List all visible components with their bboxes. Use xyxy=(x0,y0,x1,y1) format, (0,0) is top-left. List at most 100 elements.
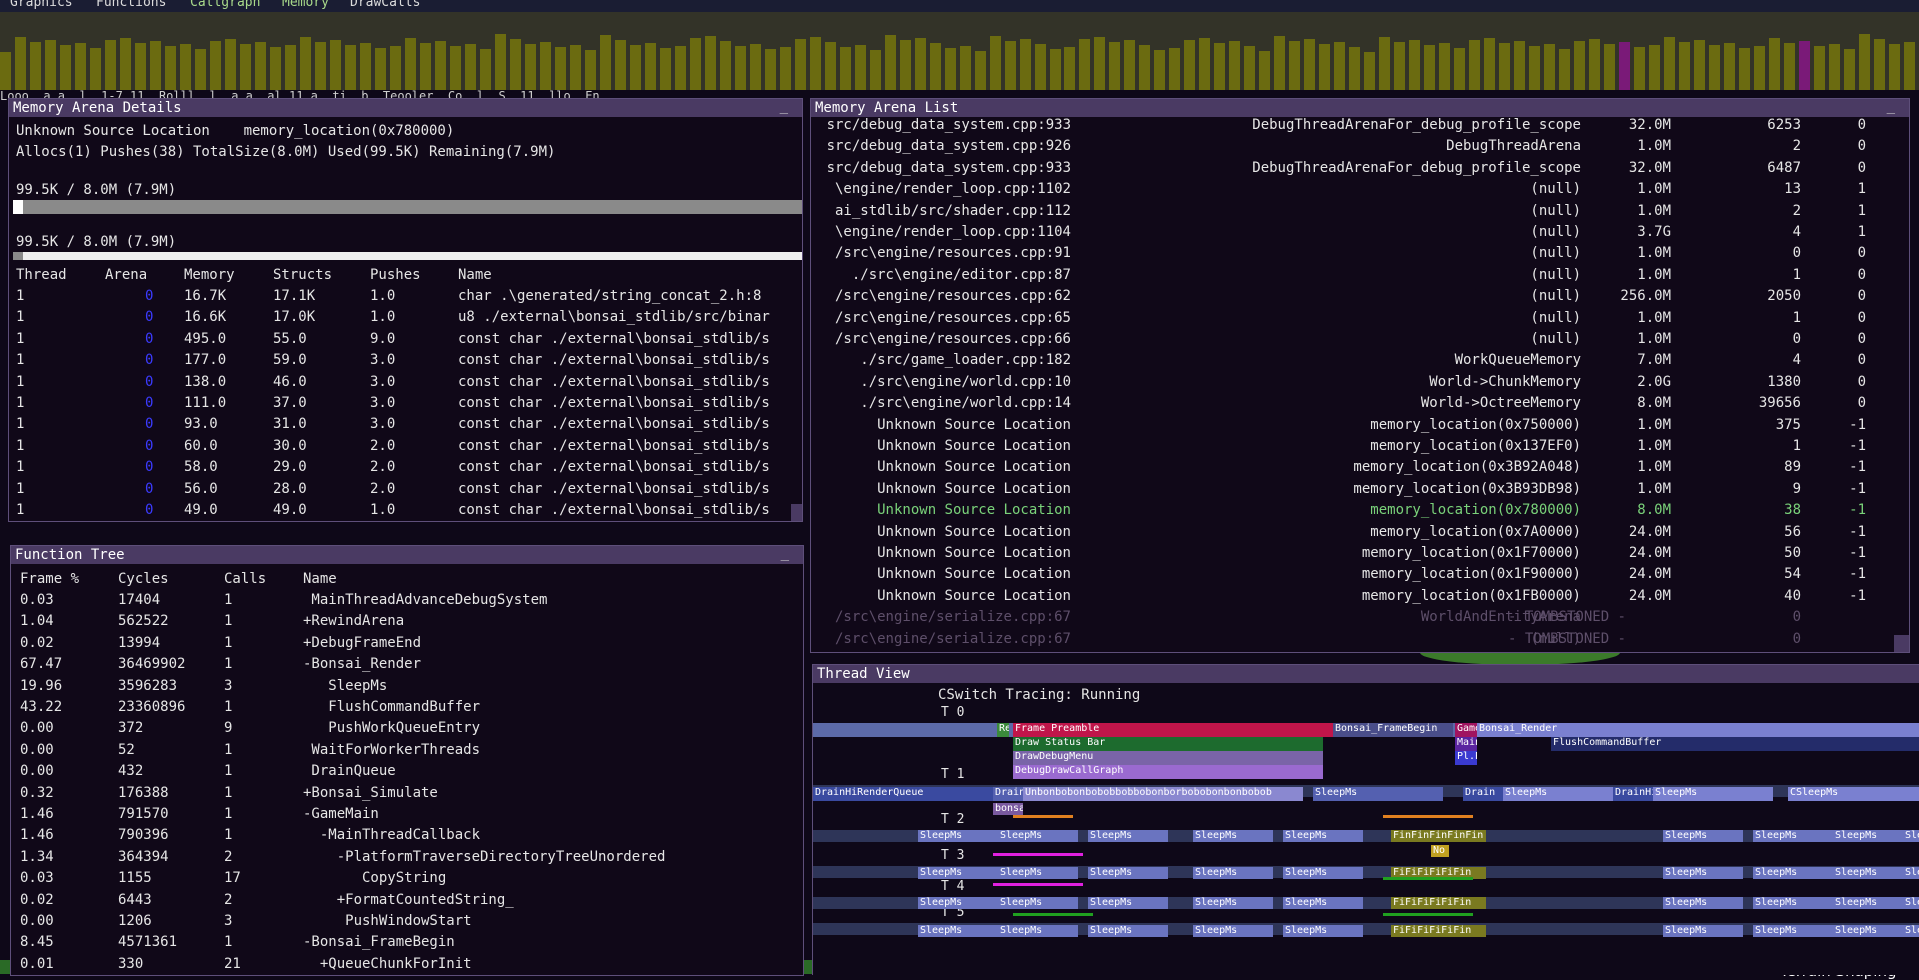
timeline-block[interactable]: SleepMs xyxy=(1283,830,1363,842)
timeline-block[interactable]: SleepMs xyxy=(1903,830,1919,842)
timeline-block[interactable]: SleepMs xyxy=(1088,897,1168,909)
arena-list-row[interactable]: Unknown Source Location memory_location(0… xyxy=(811,566,1891,586)
arena-list-row[interactable]: Unknown Source Location memory_location(0… xyxy=(811,459,1891,479)
frame-bar[interactable] xyxy=(1019,39,1031,90)
panel-title[interactable]: Function Tree _ xyxy=(11,546,803,564)
timeline-block[interactable]: SleepMs xyxy=(1283,867,1363,879)
function-name[interactable]: +DebugFrameEnd xyxy=(303,635,421,651)
frame-bar[interactable] xyxy=(1184,40,1196,90)
frame-bar[interactable] xyxy=(1844,49,1855,90)
frame-bar[interactable] xyxy=(824,42,836,90)
frame-bar[interactable] xyxy=(299,37,311,90)
timeline-block[interactable]: SleepMs xyxy=(1193,830,1273,842)
frame-bar[interactable] xyxy=(119,38,131,90)
scrollbar-thumb[interactable] xyxy=(791,504,802,521)
frame-bar[interactable] xyxy=(599,35,611,90)
frame-bar[interactable] xyxy=(1289,41,1301,90)
arena-list-row[interactable]: \engine/render_loop.cpp:1104 (null) 3.7G 4 1 xyxy=(811,224,1891,244)
timeline-block[interactable]: Game xyxy=(1455,723,1477,737)
arena-list-row[interactable]: src/debug_data_system.cpp:933 DebugThread… xyxy=(811,160,1891,180)
arena-list-row[interactable]: /src\engine/serialize.cpp:67 WorldAndEnti… xyxy=(811,609,1891,629)
frame-bar[interactable] xyxy=(1709,45,1721,90)
frame-bar[interactable] xyxy=(449,46,461,90)
frame-bar[interactable] xyxy=(1679,42,1691,90)
frame-bar[interactable] xyxy=(839,47,851,90)
frame-bar[interactable] xyxy=(674,46,686,90)
timeline-block[interactable]: Drain xyxy=(993,787,1023,801)
function-name[interactable]: CopyString xyxy=(303,870,446,886)
function-name[interactable]: -Bonsai_Render xyxy=(303,656,421,672)
frame-bar[interactable] xyxy=(1544,44,1556,90)
frame-bar[interactable] xyxy=(60,45,71,90)
timeline-block[interactable]: SleepMs xyxy=(1193,897,1273,909)
frame-bar[interactable] xyxy=(1724,43,1736,90)
frame-bar[interactable] xyxy=(194,49,206,90)
frame-bar[interactable] xyxy=(0,52,11,90)
table-cell[interactable]: const char ./external\bonsai_stdlib/s xyxy=(458,374,770,390)
frame-bar[interactable] xyxy=(1364,52,1376,90)
timeline-block[interactable]: SleepMs xyxy=(1833,867,1913,879)
timeline-block[interactable]: SleepMs xyxy=(1833,897,1913,909)
frame-bar[interactable] xyxy=(434,41,446,90)
thread-timeline[interactable]: T 0T 1T 2T 3T 4T 5ReFrame PreambleDraw S… xyxy=(813,665,1919,975)
arena-list-row[interactable]: src/debug_data_system.cpp:933 DebugThread… xyxy=(811,117,1891,137)
frame-bar[interactable] xyxy=(1259,51,1271,90)
frame-bar[interactable] xyxy=(1619,42,1631,90)
frame-bar[interactable] xyxy=(1814,46,1826,90)
timeline-block[interactable]: Frame Preamble xyxy=(1013,723,1333,737)
timeline-block[interactable]: SleepMs xyxy=(1663,830,1743,842)
timeline-block[interactable]: SleepMs xyxy=(1663,897,1743,909)
frame-bar[interactable] xyxy=(1004,41,1016,90)
timeline-block[interactable]: SleepMs xyxy=(1903,867,1919,879)
timeline-block[interactable]: SleepMs xyxy=(1283,925,1363,937)
frame-bar[interactable] xyxy=(1499,43,1511,90)
frame-bar[interactable] xyxy=(944,48,956,90)
tab-functions[interactable]: Functions xyxy=(96,0,166,10)
function-name[interactable]: DrainQueue xyxy=(303,763,395,779)
frame-bar[interactable] xyxy=(779,47,791,90)
frame-bar[interactable] xyxy=(1334,42,1346,90)
function-name[interactable]: +FormatCountedString_ xyxy=(303,892,514,908)
frame-bar[interactable] xyxy=(1244,46,1256,90)
timeline-block[interactable]: SleepMs xyxy=(918,830,998,842)
frame-bar[interactable] xyxy=(539,42,551,90)
frame-bar[interactable] xyxy=(479,49,491,90)
frame-bar[interactable] xyxy=(314,42,326,90)
frame-bar[interactable] xyxy=(1109,42,1121,90)
frame-bar[interactable] xyxy=(1199,38,1211,90)
function-name[interactable]: +RewindArena xyxy=(303,613,404,629)
frame-bar[interactable] xyxy=(1409,40,1421,90)
frame-bar[interactable] xyxy=(209,41,221,90)
frame-bar[interactable] xyxy=(1859,34,1870,90)
frame-bar[interactable] xyxy=(1319,44,1331,90)
frame-bar[interactable] xyxy=(569,45,581,90)
frame-bar[interactable] xyxy=(404,38,416,90)
frame-bar[interactable] xyxy=(1604,44,1616,90)
timeline-block[interactable]: SleepMs xyxy=(1283,897,1363,909)
function-name[interactable]: +QueueChunkForInit xyxy=(303,956,472,972)
function-name[interactable]: -Bonsai_FrameBegin xyxy=(303,934,455,950)
timeline-block[interactable]: No xyxy=(1431,845,1449,857)
frame-bar[interactable] xyxy=(734,46,746,90)
frame-bar[interactable] xyxy=(854,45,866,90)
frame-bar[interactable] xyxy=(1034,44,1046,90)
frame-graph-bars[interactable] xyxy=(0,12,1919,90)
timeline-block[interactable]: DebugDrawCallGraph xyxy=(1013,765,1323,779)
table-cell[interactable]: u8 ./external\bonsai_stdlib/src/binar xyxy=(458,309,770,325)
frame-bar[interactable] xyxy=(254,42,266,90)
arena-list-row[interactable]: /src\engine/resources.cpp:62 (null) 256.0M… xyxy=(811,288,1891,308)
frame-bar[interactable] xyxy=(689,38,701,90)
frame-bar[interactable] xyxy=(1634,47,1646,90)
frame-bar[interactable] xyxy=(374,48,386,90)
frame-bar[interactable] xyxy=(959,46,971,90)
timeline-block[interactable]: SleepMs xyxy=(1663,867,1743,879)
scrollbar-thumb[interactable] xyxy=(1894,635,1909,652)
tab-callgraph[interactable]: Callgraph xyxy=(190,0,260,10)
frame-bar[interactable] xyxy=(164,46,176,90)
table-cell[interactable]: const char ./external\bonsai_stdlib/s xyxy=(458,481,770,497)
timeline-block[interactable]: SleepMs xyxy=(1088,925,1168,937)
frame-bar[interactable] xyxy=(1094,37,1106,90)
frame-bar[interactable] xyxy=(1049,49,1061,90)
arena-list-row[interactable]: /src\engine/resources.cpp:91 (null) 1.0M 0 0 xyxy=(811,245,1891,265)
timeline-block[interactable]: FinFinFinFinFin xyxy=(1391,830,1486,842)
